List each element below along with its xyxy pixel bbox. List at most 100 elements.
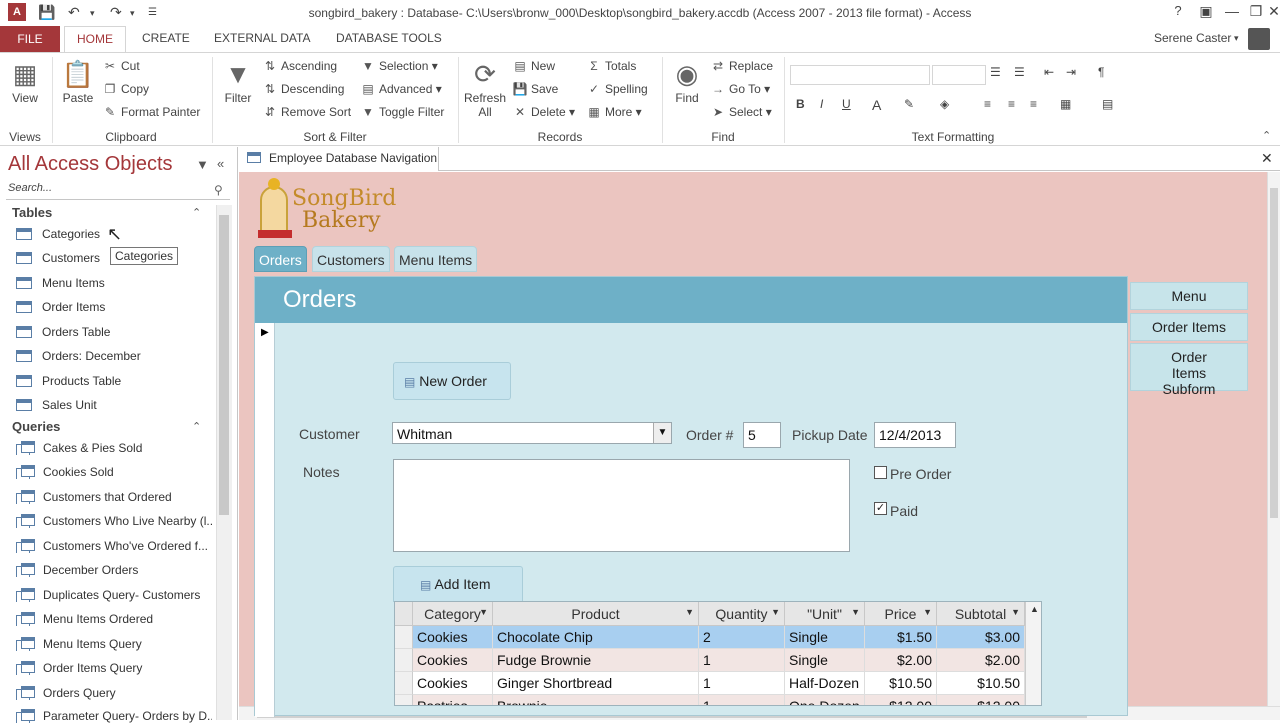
alternate-row-color-icon[interactable]: ▤	[1102, 97, 1113, 111]
tab-create[interactable]: CREATE	[142, 31, 190, 45]
selection-button[interactable]: ▼ Selection ▾	[360, 59, 438, 73]
nav-scrollbar[interactable]	[216, 205, 232, 720]
pickup-date-field[interactable]: 12/4/2013	[874, 422, 956, 448]
record-selector[interactable]: ▶	[255, 323, 275, 717]
tab-customers[interactable]: Customers	[312, 246, 390, 272]
collapse-chevron-icon[interactable]: ⌃	[192, 206, 201, 219]
highlight-icon[interactable]: ✎	[904, 97, 914, 111]
row-selector[interactable]	[395, 695, 413, 705]
document-tab[interactable]: Employee Database Navigation	[239, 147, 439, 171]
query-item[interactable]: December Orders	[16, 563, 212, 577]
cell-unit[interactable]: One Dozen	[785, 695, 865, 705]
pre-order-checkbox[interactable]	[874, 466, 887, 479]
tab-external-data[interactable]: EXTERNAL DATA	[214, 31, 310, 45]
tab-database-tools[interactable]: DATABASE TOOLS	[336, 31, 442, 45]
spelling-button[interactable]: ✓ Spelling	[586, 82, 648, 96]
toggle-filter-button[interactable]: ▼ Toggle Filter	[360, 105, 444, 119]
form-scroll-thumb[interactable]	[1270, 188, 1278, 518]
column-header-quantity[interactable]: Quantity ▼	[699, 602, 785, 626]
italic-button[interactable]: I	[820, 97, 823, 111]
cell-category[interactable]: Pastries	[413, 695, 493, 705]
query-item[interactable]: Customers Who Live Nearby (l...	[16, 514, 212, 528]
cell-price[interactable]: $12.00	[865, 695, 937, 705]
column-dropdown-icon[interactable]: ▼	[771, 607, 780, 617]
replace-button[interactable]: ⇄ Replace	[710, 59, 773, 73]
query-item[interactable]: Menu Items Query	[16, 637, 212, 651]
help-icon[interactable]: ?	[1168, 3, 1188, 18]
order-items-subform-nav-button[interactable]: Order Items Subform	[1130, 343, 1248, 397]
nav-pane-title[interactable]: All Access Objects	[8, 153, 173, 176]
select-all-corner[interactable]	[395, 602, 413, 626]
paid-checkbox[interactable]: ✓	[874, 502, 887, 515]
query-item[interactable]: Customers that Ordered	[16, 490, 212, 504]
decrease-indent-icon[interactable]: ⇤	[1044, 65, 1054, 79]
table-item[interactable]: Sales Unit	[16, 398, 212, 412]
form-vertical-scrollbar[interactable]	[1267, 172, 1280, 706]
column-dropdown-icon[interactable]: ▼	[923, 607, 932, 617]
font-color-button[interactable]: A	[872, 97, 881, 113]
scroll-up-icon[interactable]: ▲	[1030, 604, 1039, 614]
column-dropdown-icon[interactable]: ▼	[1011, 607, 1020, 617]
copy-button[interactable]: ❐ Copy	[102, 82, 149, 96]
underline-button[interactable]: U	[842, 97, 851, 111]
column-dropdown-icon[interactable]: ▼	[479, 607, 488, 617]
subform-scrollbar[interactable]: ▲	[1025, 602, 1041, 705]
paste-button[interactable]: 📋 Paste	[60, 57, 96, 105]
align-left-icon[interactable]: ≡	[984, 97, 991, 111]
restore-ribbon-icon[interactable]: ▣	[1196, 3, 1216, 20]
column-header-product[interactable]: Product ▼	[493, 602, 699, 626]
cell-quantity[interactable]: 1	[699, 695, 785, 705]
cell-category[interactable]: Cookies	[413, 672, 493, 695]
queries-section-header[interactable]: Queries	[12, 419, 60, 434]
row-selector[interactable]	[395, 649, 413, 672]
table-item[interactable]: Products Table	[16, 374, 212, 388]
shutter-bar-close-icon[interactable]: «	[217, 156, 224, 171]
align-center-icon[interactable]: ≡	[1008, 97, 1015, 111]
align-right-icon[interactable]: ≡	[1030, 97, 1037, 111]
column-dropdown-icon[interactable]: ▼	[685, 607, 694, 617]
search-icon[interactable]: ⚲	[214, 183, 223, 197]
add-item-button[interactable]: ▤ Add Item	[393, 566, 523, 602]
avatar[interactable]	[1248, 28, 1270, 50]
font-name-select[interactable]	[790, 65, 930, 85]
new-record-button[interactable]: ▤ New	[512, 59, 555, 73]
bold-button[interactable]: B	[796, 97, 805, 111]
sort-ascending-button[interactable]: ⇅ Ascending	[262, 59, 337, 73]
cell-product[interactable]: Ginger Shortbread	[493, 672, 699, 695]
row-selector[interactable]	[395, 672, 413, 695]
cell-subtotal[interactable]: $2.00	[937, 649, 1025, 672]
cell-category[interactable]: Cookies	[413, 626, 493, 649]
totals-button[interactable]: Σ Totals	[586, 59, 636, 73]
customer-combo[interactable]: Whitman ▼	[392, 422, 672, 444]
tab-orders[interactable]: Orders	[254, 246, 307, 272]
format-painter-button[interactable]: ✎ Format Painter	[102, 105, 200, 119]
table-item[interactable]: Order Items	[16, 300, 212, 314]
cell-product[interactable]: Fudge Brownie	[493, 649, 699, 672]
close-document-icon[interactable]: ✕	[1261, 150, 1273, 167]
query-item[interactable]: Parameter Query- Orders by D...	[16, 709, 212, 723]
column-header-category[interactable]: Category ▼	[413, 602, 493, 626]
bullets-icon[interactable]: ☰	[990, 65, 1001, 79]
query-item[interactable]: Cakes & Pies Sold	[16, 441, 212, 455]
cut-button[interactable]: ✂ Cut	[102, 59, 140, 73]
column-header-subtotal[interactable]: Subtotal ▼	[937, 602, 1025, 626]
tab-menu-items[interactable]: Menu Items	[394, 246, 478, 272]
find-button[interactable]: ◉ Find	[668, 57, 706, 105]
cell-quantity[interactable]: 1	[699, 649, 785, 672]
filter-button[interactable]: ▼ Filter	[218, 57, 258, 105]
query-item[interactable]: Orders Query	[16, 686, 212, 700]
table-item[interactable]: Orders Table	[16, 325, 212, 339]
cell-category[interactable]: Cookies	[413, 649, 493, 672]
collapse-chevron-icon[interactable]: ⌃	[192, 420, 201, 433]
tables-section-header[interactable]: Tables	[12, 205, 52, 220]
cell-product[interactable]: Chocolate Chip	[493, 626, 699, 649]
cell-subtotal[interactable]: $10.50	[937, 672, 1025, 695]
order-number-field[interactable]: 5	[743, 422, 781, 448]
view-button[interactable]: ▦ View	[6, 57, 44, 105]
tab-home[interactable]: HOME	[64, 26, 126, 53]
delete-record-button[interactable]: ✕ Delete ▾	[512, 105, 575, 119]
save-record-button[interactable]: 💾 Save	[512, 82, 559, 96]
table-item[interactable]: Menu Items	[16, 276, 212, 290]
maximize-icon[interactable]: ❐	[1246, 3, 1266, 20]
numbering-icon[interactable]: ☰	[1014, 65, 1025, 79]
